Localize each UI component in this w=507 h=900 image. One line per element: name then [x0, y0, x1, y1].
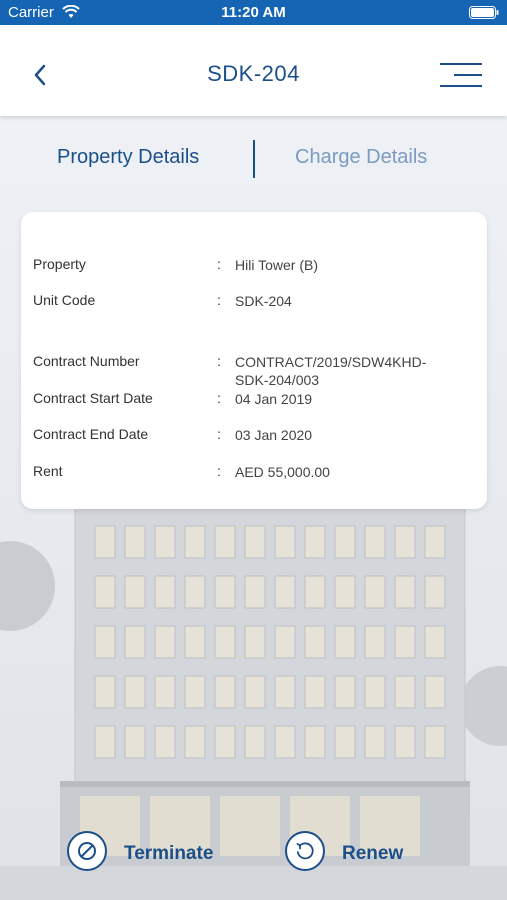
tab-divider [253, 140, 255, 178]
detail-label: Contract Start Date [33, 390, 153, 406]
terminate-button[interactable]: Terminate [67, 828, 227, 878]
detail-separator: : [217, 426, 221, 442]
renew-icon [296, 842, 314, 860]
terminate-icon [78, 842, 96, 860]
detail-separator: : [217, 463, 221, 479]
terminate-icon-circle [67, 831, 107, 871]
hamburger-menu-icon[interactable] [440, 61, 486, 91]
renew-icon-circle [285, 831, 325, 871]
property-details-card: Property : Hili Tower (B) Unit Code : SD… [21, 212, 487, 509]
detail-separator: : [217, 292, 221, 308]
app-header: SDK-204 [0, 25, 507, 116]
detail-separator: : [217, 353, 221, 369]
detail-label: Contract End Date [33, 426, 149, 442]
page-title: SDK-204 [207, 61, 300, 86]
detail-value: AED 55,000.00 [235, 464, 330, 480]
terminate-label: Terminate [124, 843, 214, 864]
detail-label: Property [33, 256, 86, 272]
detail-separator: : [217, 390, 221, 406]
detail-label: Unit Code [33, 292, 96, 308]
tab-property-details[interactable]: Property Details [57, 146, 199, 169]
detail-label: Rent [33, 463, 63, 479]
renew-button[interactable]: Renew [285, 828, 415, 878]
status-bar: Carrier 11:20 AM [0, 0, 507, 25]
detail-value: 04 Jan 2019 [235, 391, 313, 407]
detail-value: SDK-204 [235, 293, 292, 309]
tab-charge-details[interactable]: Charge Details [295, 146, 427, 169]
clock: 11:20 AM [221, 4, 286, 21]
detail-tabs: Property Details Charge Details [0, 138, 507, 182]
detail-separator: : [217, 256, 221, 272]
detail-label: Contract Number [33, 353, 140, 369]
battery-icon [469, 6, 499, 19]
renew-label: Renew [342, 843, 404, 864]
detail-value: Hili Tower (B) [235, 257, 318, 273]
detail-value: 03 Jan 2020 [235, 427, 313, 443]
detail-value: CONTRACT/2019/SDW4KHD-SDK-204/003 [235, 354, 427, 388]
